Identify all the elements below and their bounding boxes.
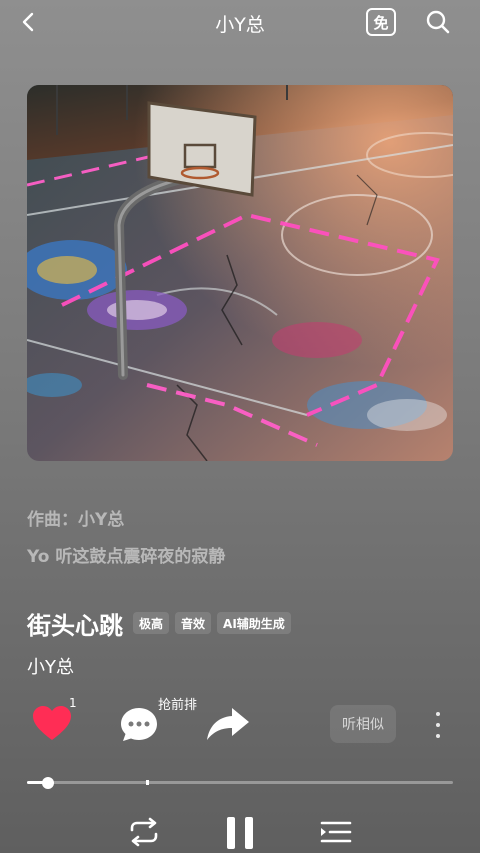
progress-track [27, 781, 453, 784]
search-button[interactable] [424, 8, 452, 36]
artist-name[interactable]: 小Y总 [27, 653, 74, 679]
action-bar: 1 抢前排 听相似 [0, 690, 480, 760]
playback-progress-slider[interactable] [27, 776, 453, 790]
listen-similar-button[interactable]: 听相似 [330, 705, 396, 743]
ai-generated-badge: AI辅助生成 [217, 612, 291, 634]
sound-effect-badge[interactable]: 音效 [175, 612, 212, 634]
pause-button[interactable] [222, 814, 258, 852]
top-bar: 小Y总 免 [0, 0, 480, 44]
like-count: 1 [69, 696, 77, 710]
listen-similar-label: 听相似 [342, 717, 384, 733]
more-options-button[interactable] [428, 710, 448, 740]
lyric-line[interactable]: Yo 听这鼓点震碎夜的寂静 [27, 542, 225, 567]
song-title-row: 街头心跳 极高 音效 AI辅助生成 [27, 606, 291, 640]
pause-icon [227, 817, 253, 849]
repeat-icon [130, 817, 158, 847]
playlist-icon [320, 821, 352, 843]
more-dot-icon [436, 723, 440, 727]
search-icon [426, 10, 450, 34]
album-cover[interactable] [27, 85, 453, 461]
quality-badge[interactable]: 极高 [133, 612, 170, 634]
free-listen-button[interactable]: 免 [366, 8, 396, 36]
heart-icon [33, 706, 71, 740]
repeat-button[interactable] [126, 816, 162, 848]
album-cover-image [27, 85, 453, 461]
progress-marker [146, 780, 150, 785]
composer-credit: 作曲：小Y总 [27, 510, 125, 530]
more-dot-icon [436, 712, 440, 716]
page-title: 小Y总 [215, 14, 265, 36]
playlist-button[interactable] [318, 816, 354, 848]
more-dot-icon [436, 734, 440, 738]
song-title: 街头心跳 [27, 611, 123, 640]
share-button[interactable] [204, 704, 252, 744]
playback-controls [0, 812, 480, 852]
progress-thumb[interactable] [42, 777, 55, 789]
comment-icon [121, 708, 157, 741]
share-icon [207, 708, 249, 740]
like-button[interactable] [30, 704, 74, 744]
comment-label: 抢前排 [158, 698, 198, 713]
comment-button[interactable] [118, 704, 160, 744]
free-label: 免 [373, 13, 389, 32]
